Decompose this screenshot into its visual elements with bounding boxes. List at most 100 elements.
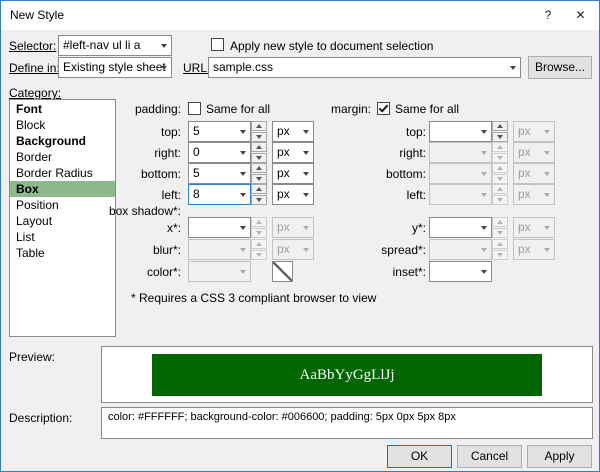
shadow-inset-combo[interactable] [429,261,492,282]
apply-to-selection-checkbox[interactable] [211,38,224,51]
padding-right-spinner[interactable] [251,142,267,163]
padding-right-value-combo[interactable]: 0 [188,142,251,163]
spinner-up-icon[interactable] [251,121,267,131]
category-item-list[interactable]: List [10,229,115,245]
spinner-up-icon[interactable] [251,142,267,152]
ok-button[interactable]: OK [387,445,452,468]
shadow-blur-unit: px [277,242,290,256]
apply-button[interactable]: Apply [527,445,592,468]
spinner-down-icon[interactable] [492,132,508,142]
spinner-down-icon [251,250,267,260]
padding-left-spinner[interactable] [251,184,267,205]
category-label: Category: [9,86,62,100]
color-picker-button[interactable] [272,261,293,282]
cancel-button[interactable]: Cancel [457,445,522,468]
margin-same-for-all-checkbox[interactable] [377,102,390,115]
margin-top-label: top: [405,125,426,139]
category-item-font[interactable]: Font [10,101,115,117]
margin-right-spinner [492,142,508,163]
spinner-up-icon[interactable] [492,121,508,131]
shadow-y-unit: px [518,220,531,234]
padding-right-unit-combo[interactable]: px [272,142,314,163]
spinner-down-icon[interactable] [251,195,267,205]
css3-note: * Requires a CSS 3 compliant browser to … [131,291,377,305]
chevron-down-icon [476,240,491,259]
category-item-layout[interactable]: Layout [10,213,115,229]
padding-label: padding: [134,102,181,116]
chevron-down-icon [539,143,554,162]
define-in-combo[interactable]: Existing style sheet [58,57,172,78]
category-item-border[interactable]: Border [10,149,115,165]
chevron-down-icon[interactable] [298,122,313,141]
help-icon[interactable]: ? [532,1,564,30]
chevron-down-icon [476,164,491,183]
spinner-down-icon[interactable] [251,132,267,142]
chevron-down-icon[interactable] [235,218,250,237]
padding-top-value-combo[interactable]: 5 [188,121,251,142]
padding-top-unit-combo[interactable]: px [272,121,314,142]
padding-bottom-unit: px [277,166,290,180]
preview-sample-text: AaBbYyGgLlJj [299,366,395,383]
spinner-down-icon [492,195,508,205]
close-icon[interactable]: ✕ [564,1,597,30]
category-item-table[interactable]: Table [10,245,115,261]
chevron-down-icon [298,240,313,259]
chevron-down-icon[interactable] [298,185,313,204]
chevron-down-icon[interactable] [476,218,491,237]
spinner-up-icon [251,217,267,227]
margin-top-spinner[interactable] [492,121,508,142]
shadow-x-value-combo[interactable] [188,217,251,238]
padding-same-for-all-checkbox[interactable] [188,102,201,115]
shadow-blur-spinner [251,239,267,260]
chevron-down-icon[interactable] [476,262,491,281]
shadow-y-value-combo[interactable] [429,217,492,238]
padding-same-for-all-label: Same for all [206,102,271,116]
padding-left-value-combo[interactable]: 8 [188,184,251,205]
category-list: Font Block Background Border Border Radi… [9,99,116,337]
category-item-block[interactable]: Block [10,117,115,133]
margin-right-unit: px [518,145,531,159]
chevron-down-icon[interactable] [156,58,171,77]
chevron-down-icon[interactable] [235,122,250,141]
selector-combo[interactable]: #left-nav ul li a [58,35,172,56]
padding-bottom-unit-combo[interactable]: px [272,163,314,184]
category-item-position[interactable]: Position [10,197,115,213]
chevron-down-icon[interactable] [298,143,313,162]
shadow-x-unit: px [277,220,290,234]
chevron-down-icon[interactable] [156,36,171,55]
preview-box: AaBbYyGgLlJj [101,346,593,403]
title-bar[interactable]: New Style ? ✕ [1,1,599,30]
padding-bottom-spinner[interactable] [251,163,267,184]
shadow-color-value-combo [188,261,251,282]
padding-bottom-value-combo[interactable]: 5 [188,163,251,184]
spinner-up-icon [492,184,508,194]
margin-top-value-combo[interactable] [429,121,492,142]
category-item-background[interactable]: Background [10,133,115,149]
chevron-down-icon[interactable] [476,122,491,141]
spinner-down-icon[interactable] [251,153,267,163]
chevron-down-icon[interactable] [298,164,313,183]
url-combo[interactable]: sample.css [208,57,521,78]
category-item-box[interactable]: Box [10,181,115,197]
spinner-up-icon [251,239,267,249]
chevron-down-icon[interactable] [505,58,520,77]
shadow-spread-spinner [492,239,508,260]
margin-right-value-combo [429,142,492,163]
spinner-down-icon[interactable] [251,174,267,184]
margin-bottom-spinner [492,163,508,184]
chevron-down-icon[interactable] [235,185,250,204]
spinner-up-icon[interactable] [251,184,267,194]
spinner-up-icon[interactable] [251,163,267,173]
chevron-down-icon [476,185,491,204]
margin-right-unit-combo: px [513,142,555,163]
category-item-border-radius[interactable]: Border Radius [10,165,115,181]
description-label: Description: [9,411,73,425]
padding-left-unit-combo[interactable]: px [272,184,314,205]
shadow-spread-value-combo [429,239,492,260]
margin-right-label: right: [399,146,426,160]
chevron-down-icon[interactable] [235,143,250,162]
padding-top-spinner[interactable] [251,121,267,142]
browse-button[interactable]: Browse... [528,56,592,79]
chevron-down-icon [235,240,250,259]
chevron-down-icon[interactable] [235,164,250,183]
